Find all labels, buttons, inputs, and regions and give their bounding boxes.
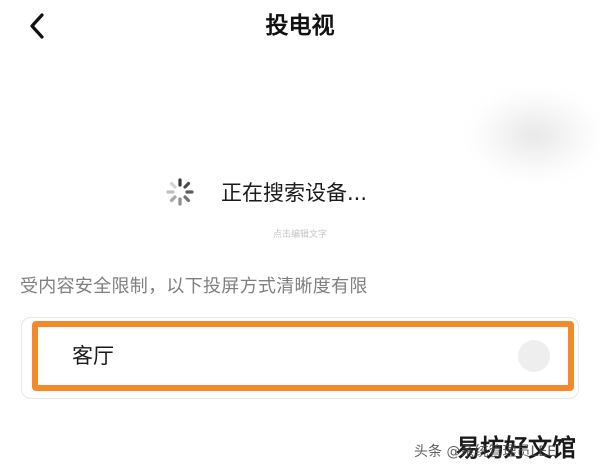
header-bar: 投电视 xyxy=(0,0,600,54)
radio-circle-icon[interactable] xyxy=(518,340,550,372)
quality-notice: 受内容安全限制，以下投屏方式清晰度有限 xyxy=(20,276,368,297)
device-item-living-room[interactable]: 客厅 xyxy=(32,321,574,391)
page-title: 投电视 xyxy=(265,13,335,39)
device-name: 客厅 xyxy=(72,344,114,368)
watermark-source: 头条 @系统管理员LEE xyxy=(414,444,556,460)
searching-text: 正在搜索设备... xyxy=(221,181,368,205)
decorative-glow xyxy=(470,90,600,180)
watermark: 头条 @系统管理员LEE 易坊好文馆 xyxy=(414,428,576,463)
edit-hint: 点击编辑文字 xyxy=(272,230,327,240)
loading-spinner-icon xyxy=(166,178,194,206)
search-status: 正在搜索设备... xyxy=(165,172,367,212)
